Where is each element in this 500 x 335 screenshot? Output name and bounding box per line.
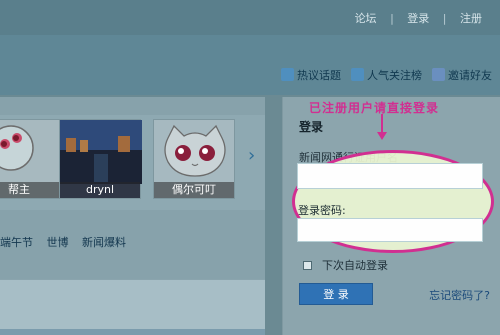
notice-strip bbox=[0, 279, 265, 335]
link-popular-label: 人气关注榜 bbox=[367, 69, 422, 82]
link-invite[interactable]: 邀请好友 bbox=[432, 67, 492, 83]
password-field[interactable] bbox=[297, 218, 483, 242]
remember-row[interactable]: 下次自动登录 bbox=[303, 257, 388, 273]
avatar-carousel: 帮主 drynl 偶尔可叮 › bbox=[0, 115, 265, 210]
chart-icon bbox=[351, 68, 364, 81]
home-icon bbox=[281, 68, 294, 81]
login-button[interactable]: 登 录 bbox=[299, 283, 373, 305]
links-row: 热议话题 人气关注榜 邀请好友 bbox=[0, 61, 500, 87]
topnav-separator: | bbox=[390, 12, 394, 25]
password-label: 登录密码: bbox=[298, 204, 346, 217]
link-popular[interactable]: 人气关注榜 bbox=[351, 67, 422, 83]
hint-arrow-line bbox=[381, 114, 383, 134]
thumb-item[interactable]: 偶尔可叮 bbox=[153, 119, 235, 199]
thumb-caption: 偶尔可叮 bbox=[154, 182, 234, 198]
username-field[interactable] bbox=[297, 163, 483, 189]
night-canal-photo bbox=[60, 120, 142, 184]
left-panel: 帮主 drynl 偶尔可叮 › 端午节 世博 新闻爆料 bbox=[0, 97, 265, 335]
tag-link[interactable]: 世博 bbox=[47, 236, 69, 249]
tag-link[interactable]: 端午节 bbox=[0, 236, 33, 249]
link-hot-topics[interactable]: 热议话题 bbox=[281, 67, 341, 83]
link-invite-label: 邀请好友 bbox=[448, 69, 492, 82]
thumb-item[interactable]: drynl bbox=[59, 119, 142, 199]
topnav-login[interactable]: 登录 bbox=[407, 10, 429, 26]
chevron-right-icon[interactable]: › bbox=[248, 145, 255, 166]
thumb-item[interactable]: 帮主 bbox=[0, 119, 60, 199]
tag-row: 端午节 世博 新闻爆料 bbox=[0, 234, 265, 250]
cartoon-cat-avatar bbox=[164, 124, 226, 177]
user-icon bbox=[432, 68, 445, 81]
topnav-separator: | bbox=[442, 12, 447, 25]
tag-link[interactable]: 新闻爆料 bbox=[82, 236, 126, 249]
remember-checkbox[interactable] bbox=[303, 261, 312, 270]
top-nav: 论坛 | 登录 | 注册 bbox=[355, 10, 482, 26]
login-title: 登录 bbox=[299, 120, 324, 134]
top-bar: 论坛 | 登录 | 注册 bbox=[0, 0, 500, 35]
notice-bottom-strip bbox=[0, 329, 265, 335]
hint-arrow-head bbox=[377, 132, 387, 140]
cartoon-bird-avatar bbox=[0, 125, 34, 171]
remember-label: 下次自动登录 bbox=[322, 259, 388, 272]
login-hint: 已注册用户请直接登录 bbox=[309, 101, 440, 115]
forgot-password-link[interactable]: 忘记密码了? bbox=[429, 287, 490, 303]
topnav-forum[interactable]: 论坛 bbox=[355, 10, 377, 26]
link-hot-topics-label: 热议话题 bbox=[297, 69, 341, 82]
topnav-register[interactable]: 注册 bbox=[460, 10, 482, 26]
thumb-caption: drynl bbox=[60, 182, 140, 198]
thumb-caption: 帮主 bbox=[0, 182, 59, 198]
